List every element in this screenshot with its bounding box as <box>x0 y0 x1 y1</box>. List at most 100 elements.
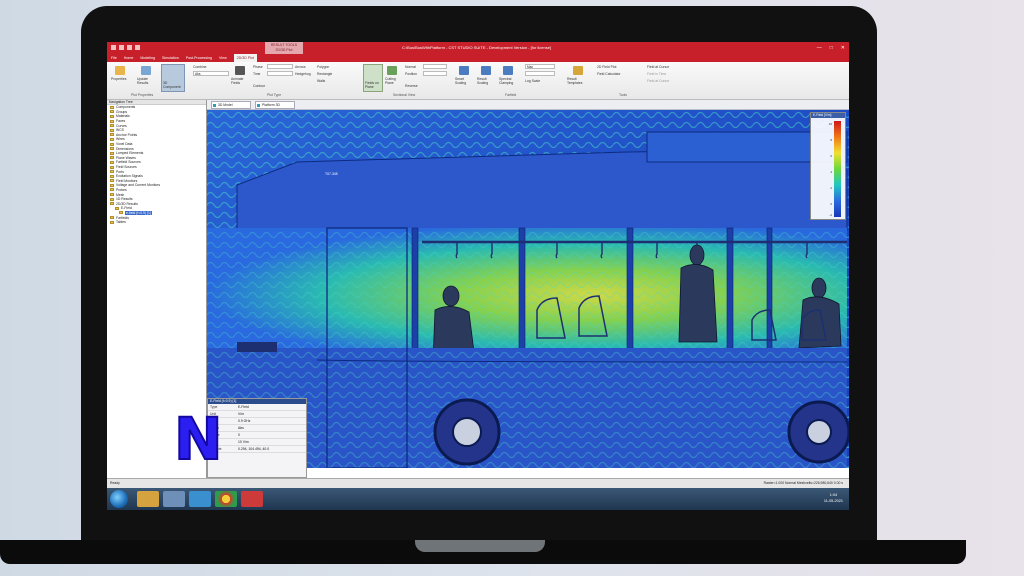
result-scaling-button[interactable]: Result Scaling <box>477 77 495 85</box>
field-calculator-button[interactable]: Field Calculator <box>597 72 621 76</box>
walls-button[interactable]: Walls <box>317 79 325 83</box>
cutting-plane-button[interactable]: Cutting Plane <box>385 77 403 85</box>
tree-item-label: Curves <box>116 123 127 128</box>
property-row[interactable]: Comp Abs <box>208 425 306 432</box>
tree-item-label: 1D Results <box>116 197 133 202</box>
contour-button[interactable]: Contour <box>253 84 265 88</box>
folder-icon <box>110 193 114 197</box>
result-scaling-icon[interactable] <box>481 66 491 75</box>
tree-item-label: Tables <box>116 220 126 225</box>
field-at-cursor-button[interactable]: Field at Cursor <box>647 65 669 69</box>
time-field[interactable] <box>267 71 293 76</box>
combine-label: Combine <box>193 65 207 69</box>
tree-item-label: Dimensions <box>116 146 134 151</box>
minimize-button[interactable]: — <box>817 45 822 51</box>
folder-icon <box>110 165 114 169</box>
tab-home[interactable]: Home <box>124 54 134 62</box>
tree-item[interactable]: Tables <box>107 220 206 225</box>
context-tab-sub: 2D/3D Plot <box>275 48 293 52</box>
position-field[interactable] <box>423 71 447 76</box>
spectral-clamping-button[interactable]: Spectral Clamping <box>499 77 519 85</box>
ribbon: Properties Update Results 3D Component P… <box>107 62 849 100</box>
property-row[interactable]: Type E-Field <box>208 404 306 411</box>
ie-icon[interactable] <box>189 491 211 507</box>
result-templates-icon[interactable] <box>573 66 583 75</box>
phase-field[interactable] <box>267 64 293 69</box>
tab-modeling[interactable]: Modeling <box>140 54 155 62</box>
normal-field[interactable] <box>423 64 447 69</box>
cutting-plane-icon[interactable] <box>387 66 397 75</box>
3d-component-button[interactable]: 3D Component <box>161 64 185 92</box>
system-clock[interactable]: 1:04 11-05-2021 <box>824 492 843 504</box>
cst-icon[interactable] <box>241 491 263 507</box>
tab-simulation[interactable]: Simulation <box>162 54 179 62</box>
phase-label: Phase <box>253 65 263 69</box>
position-label: Position <box>405 72 418 76</box>
abs-select[interactable]: Abs <box>193 71 229 76</box>
spectral-clamping-icon[interactable] <box>503 66 513 75</box>
network-icon[interactable] <box>163 491 185 507</box>
property-row[interactable]: Freq 0.9 GHz <box>208 418 306 425</box>
context-tab[interactable]: RESULT TOOLS 2D/3D Plot <box>265 42 303 54</box>
smart-scaling-icon[interactable] <box>459 66 469 75</box>
start-button[interactable] <box>110 490 128 508</box>
update-results-icon[interactable] <box>141 66 151 75</box>
bus-plate-label: T07-345 <box>325 172 338 176</box>
redo-icon[interactable] <box>135 45 140 50</box>
animate-fields-icon[interactable] <box>235 66 245 75</box>
status-left: Ready <box>110 481 120 485</box>
arrows-button[interactable]: Arrows <box>295 65 306 69</box>
folder-icon[interactable] <box>137 491 159 507</box>
property-row[interactable]: Max 10 V/m <box>208 439 306 446</box>
update-results-button[interactable]: Update Results <box>137 77 157 85</box>
tab-view[interactable]: View <box>219 54 227 62</box>
legend-tick: 4 <box>830 170 832 174</box>
log-scale-checkbox[interactable]: Log Scale <box>525 79 540 83</box>
polygon-button[interactable]: Polygon <box>317 65 329 69</box>
quick-access-toolbar[interactable] <box>111 45 140 50</box>
max-field[interactable]: Max <box>525 64 555 69</box>
group-sectional-view: Sectional View <box>393 93 416 97</box>
model-icon <box>257 103 260 107</box>
tree-item-label: Voxel Data <box>116 142 133 147</box>
doc-tab-label: 3D Model <box>218 103 233 107</box>
smart-scaling-button[interactable]: Smart Scaling <box>455 77 473 85</box>
property-row[interactable]: Sample 0.294, 104.494, 40.0 <box>208 446 306 453</box>
field-at-cursor-2-button[interactable]: Field at Cursor <box>647 79 669 83</box>
chrome-icon[interactable] <box>215 491 237 507</box>
laptop-notch <box>415 540 545 552</box>
animate-fields-button[interactable]: Animate Fields <box>231 77 251 85</box>
undo-icon[interactable] <box>127 45 132 50</box>
save-icon[interactable] <box>119 45 124 50</box>
rectangle-button[interactable]: Rectangle <box>317 72 332 76</box>
property-row[interactable]: Phase 0 <box>208 432 306 439</box>
properties-icon[interactable] <box>115 66 125 75</box>
tree-item-label: 2D/3D Results <box>116 201 138 206</box>
property-row[interactable]: Unit V/m <box>208 411 306 418</box>
time-label: Time <box>253 72 261 76</box>
maximize-button[interactable]: □ <box>830 45 833 51</box>
doc-tab-platform[interactable]: Platform 3D <box>255 101 295 109</box>
hedgehog-button[interactable]: Hedgehog <box>295 72 311 76</box>
fields-on-plane-button[interactable]: Fields on Plane <box>363 64 383 92</box>
close-button[interactable]: ✕ <box>841 45 845 51</box>
model-icon <box>213 103 216 107</box>
property-value: Abs <box>238 426 244 430</box>
folder-icon <box>110 183 114 187</box>
reverse-button[interactable]: Reverse <box>405 84 418 88</box>
tab-post-processing[interactable]: Post-Processing <box>186 54 212 62</box>
properties-button[interactable]: Properties <box>111 77 126 81</box>
cabin-ripples <box>207 228 847 350</box>
tab-2d3d-plot[interactable]: 2D/3D Plot <box>233 54 258 62</box>
legend-tick: 6 <box>830 154 832 158</box>
doc-tab-3d-model[interactable]: 3D Model <box>211 101 251 109</box>
property-value: V/m <box>238 412 245 416</box>
min-field[interactable] <box>525 71 555 76</box>
tree-items: Components Groups Materials Faces Curves WCS A… <box>107 105 206 224</box>
2d-field-plot-button[interactable]: 2D Field Plot <box>597 65 616 69</box>
tree-item-label: Plane Waves <box>116 155 136 160</box>
field-in-time-button[interactable]: Field in Time <box>647 72 666 76</box>
tab-file[interactable]: File <box>111 54 117 62</box>
result-templates-button[interactable]: Result Templates <box>567 77 591 85</box>
folder-icon <box>110 128 114 132</box>
